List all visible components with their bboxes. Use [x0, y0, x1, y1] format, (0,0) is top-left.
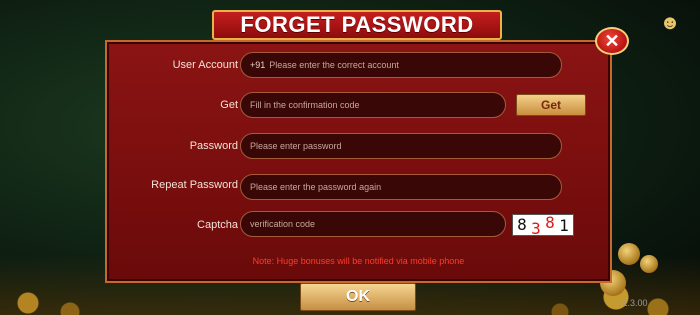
ok-button[interactable]: OK [300, 283, 416, 311]
captcha-image[interactable]: 8 3 8 1 [512, 212, 574, 238]
country-code-prefix: +91 [250, 60, 266, 70]
captcha-placeholder: verification code [250, 219, 316, 229]
repeat-password-label: Repeat Password [151, 179, 238, 191]
user-account-input[interactable]: +91 Please enter the correct account [240, 52, 562, 78]
get-code-button[interactable]: Get [516, 94, 586, 116]
confirmation-code-input[interactable]: Fill in the confirmation code [240, 92, 506, 118]
confirmation-code-label: Get [220, 99, 238, 111]
repeat-password-input[interactable]: Please enter the password again [240, 174, 562, 200]
confirmation-code-placeholder: Fill in the confirmation code [250, 100, 360, 110]
bonus-note: Note: Huge bonuses will be notified via … [252, 256, 465, 266]
close-button[interactable]: ✕ [595, 27, 629, 55]
user-account-placeholder: Please enter the correct account [269, 60, 399, 70]
dialog-title: FORGET PASSWORD [240, 12, 474, 37]
captcha-digit: 8 [545, 212, 555, 232]
captcha-digit: 1 [559, 215, 569, 235]
captcha-label: Captcha [197, 219, 238, 231]
user-account-label: User Account [172, 59, 238, 71]
captcha-input[interactable]: verification code [240, 211, 506, 237]
dialog-title-banner: FORGET PASSWORD [212, 10, 502, 40]
version-label: v1.3.00 [618, 298, 648, 308]
password-input[interactable]: Please enter password [240, 133, 562, 159]
close-icon: ✕ [604, 30, 620, 51]
captcha-digit: 8 [517, 214, 527, 234]
password-label: Password [189, 140, 238, 152]
customer-service-icon[interactable]: ☻ [656, 12, 684, 34]
captcha-digit: 3 [531, 218, 541, 238]
repeat-password-placeholder: Please enter the password again [250, 182, 382, 192]
gold-coin-decoration [618, 243, 640, 265]
gold-coin-decoration [640, 255, 658, 273]
password-placeholder: Please enter password [250, 141, 342, 151]
